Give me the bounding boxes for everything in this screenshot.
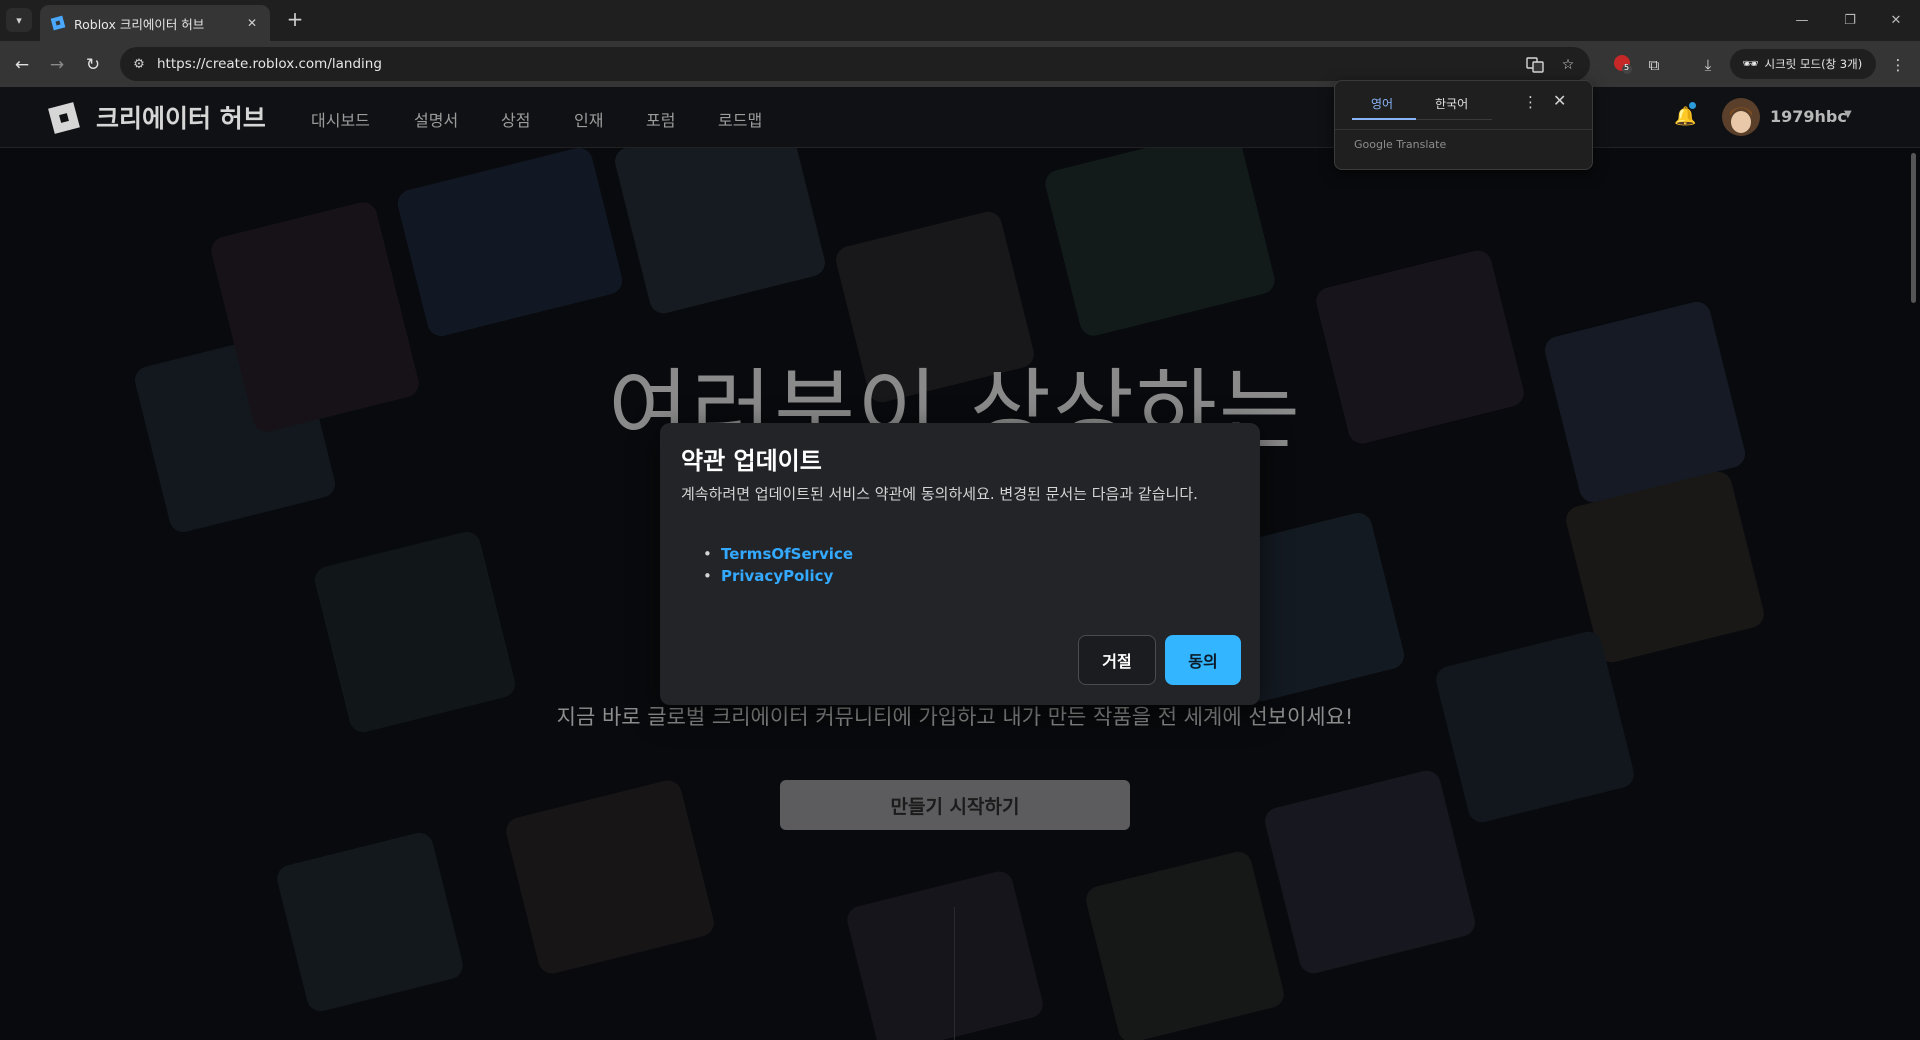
translate-tab-indicator <box>1352 118 1416 120</box>
tab-strip: ▾ Roblox 크리에이터 허브 ✕ + — ❐ ✕ <box>0 0 1920 41</box>
roblox-logo-icon[interactable] <box>46 101 82 135</box>
incognito-indicator[interactable]: 🕶 시크릿 모드(창 3개) <box>1730 49 1876 79</box>
hero-subtitle-line-2: 지금 바로 글로벌 크리에이터 커뮤니티에 가입하고 내가 만든 작품을 전 세… <box>556 705 1354 729</box>
minimize-icon[interactable]: — <box>1780 0 1824 40</box>
translate-more-options-icon[interactable]: ⋮ <box>1523 93 1538 111</box>
incognito-label: 시크릿 모드(창 3개) <box>1764 57 1863 71</box>
browser-tab[interactable]: Roblox 크리에이터 허브 ✕ <box>40 5 270 41</box>
url-text[interactable]: https://create.roblox.com/landing <box>157 56 382 72</box>
translate-tab-target[interactable]: 한국어 <box>1435 95 1468 112</box>
bullet: • <box>703 545 712 563</box>
tab-title: Roblox 크리에이터 허브 <box>74 16 205 32</box>
dialog-body: 계속하려면 업데이트된 서비스 약관에 동의하세요. 변경된 문서는 다음과 같… <box>681 485 1198 503</box>
page-scrollbar[interactable] <box>1911 153 1916 303</box>
user-menu-caret-icon[interactable]: ▼ <box>1844 109 1852 120</box>
divider <box>954 907 955 1040</box>
new-tab-button[interactable]: + <box>282 8 308 32</box>
list-item: • TermsOfService <box>681 543 853 565</box>
translate-divider <box>1335 129 1592 130</box>
nav-dashboard[interactable]: 대시보드 <box>311 107 370 131</box>
translate-popup: 영어 한국어 ⋮ ✕ Google Translate <box>1334 80 1593 170</box>
tab-close-icon[interactable]: ✕ <box>242 16 262 30</box>
restore-icon[interactable]: ❐ <box>1828 0 1872 40</box>
terms-of-service-link[interactable]: TermsOfService <box>721 545 853 563</box>
agree-button[interactable]: 동의 <box>1165 635 1241 685</box>
translate-icon[interactable] <box>1524 54 1546 76</box>
decline-button[interactable]: 거절 <box>1078 635 1156 685</box>
bookmark-star-icon[interactable]: ☆ <box>1557 54 1579 76</box>
bullet: • <box>703 567 712 585</box>
notification-dot <box>1689 102 1696 109</box>
dialog-document-list: • TermsOfService • PrivacyPolicy <box>681 543 853 587</box>
username[interactable]: 1979hbc <box>1770 107 1847 126</box>
reload-icon[interactable]: ↻ <box>80 52 106 78</box>
notifications-bell-icon[interactable]: 🔔 <box>1674 106 1696 127</box>
start-creating-button[interactable]: 만들기 시작하기 <box>780 780 1130 830</box>
translate-close-icon[interactable]: ✕ <box>1553 91 1566 110</box>
extension-icon[interactable]: 5 <box>1612 53 1634 75</box>
address-bar[interactable]: ⚙ https://create.roblox.com/landing ☆ <box>120 47 1590 81</box>
dialog-title: 약관 업데이트 <box>681 447 822 475</box>
forward-icon[interactable]: → <box>44 52 70 78</box>
browser-toolbar: ← → ↻ ⚙ https://create.roblox.com/landin… <box>0 41 1920 87</box>
nav-talent[interactable]: 인재 <box>574 107 603 131</box>
nav-store[interactable]: 상점 <box>501 107 530 131</box>
nav-roadmap[interactable]: 로드맵 <box>718 107 762 131</box>
translate-tab-source[interactable]: 영어 <box>1371 95 1393 112</box>
roblox-favicon-icon <box>48 13 68 33</box>
extension-badge-count: 5 <box>1624 63 1630 72</box>
download-icon[interactable]: ⤓ <box>1696 53 1720 77</box>
avatar[interactable] <box>1722 98 1760 136</box>
window-close-icon[interactable]: ✕ <box>1874 0 1918 40</box>
privacy-policy-link[interactable]: PrivacyPolicy <box>721 567 833 585</box>
browser-menu-icon[interactable]: ⋮ <box>1886 53 1910 77</box>
extensions-puzzle-icon[interactable]: ⧉ <box>1642 53 1666 77</box>
incognito-icon: 🕶 <box>1742 56 1759 72</box>
site-info-icon[interactable]: ⚙ <box>130 55 148 73</box>
terms-update-dialog: 약관 업데이트 계속하려면 업데이트된 서비스 약관에 동의하세요. 변경된 문… <box>660 423 1260 705</box>
brand-title[interactable]: 크리에이터 허브 <box>96 99 266 135</box>
nav-forum[interactable]: 포럼 <box>646 107 675 131</box>
tab-search-chevron-icon[interactable]: ▾ <box>6 8 32 32</box>
list-item: • PrivacyPolicy <box>681 565 853 587</box>
back-icon[interactable]: ← <box>9 52 35 78</box>
site-header: 크리에이터 허브 대시보드 설명서 상점 인재 포럼 로드맵 🔔 1979hbc… <box>0 87 1920 148</box>
nav-docs[interactable]: 설명서 <box>414 107 458 131</box>
translate-brand: Google Translate <box>1354 138 1447 151</box>
